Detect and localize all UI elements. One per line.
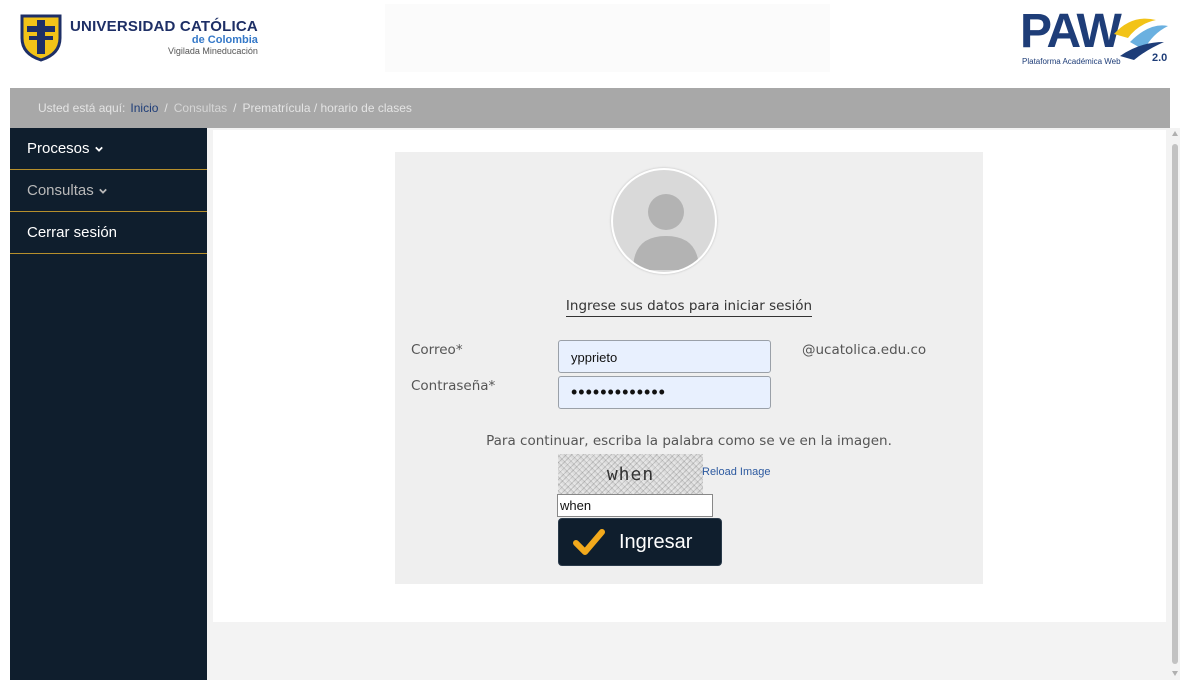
login-title: Ingrese sus datos para iniciar sesión <box>395 298 983 317</box>
scroll-down-arrow-icon[interactable] <box>1172 671 1178 676</box>
email-domain-suffix: @ucatolica.edu.co <box>802 342 927 358</box>
page-header: UNIVERSIDAD CATÓLICA de Colombia Vigilad… <box>0 0 1180 88</box>
breadcrumb-separator: / <box>164 101 168 115</box>
header-banner <box>385 4 830 72</box>
breadcrumb-current: Prematrícula / horario de clases <box>242 101 412 115</box>
paw-subtitle: Plataforma Académica Web <box>1022 57 1121 66</box>
breadcrumb: Usted está aquí: Inicio / Consultas / Pr… <box>10 88 1170 128</box>
breadcrumb-link-consultas[interactable]: Consultas <box>174 101 227 115</box>
sidebar-item-consultas[interactable]: Consultas <box>10 170 207 212</box>
paw-version: 2.0 <box>1152 52 1168 64</box>
paw-wordmark: PAW <box>1020 5 1122 58</box>
sidebar: Procesos Consultas Cerrar sesión <box>10 128 207 680</box>
vertical-scrollbar[interactable] <box>1170 128 1180 680</box>
university-logo[interactable]: UNIVERSIDAD CATÓLICA de Colombia Vigilad… <box>20 4 288 70</box>
content-panel: Ingrese sus datos para iniciar sesión Co… <box>213 130 1166 622</box>
breadcrumb-label: Usted está aquí: <box>38 101 126 115</box>
user-avatar-icon <box>611 168 717 274</box>
university-shield-icon <box>20 14 62 62</box>
captcha-image: when <box>558 454 703 494</box>
main-area: Ingrese sus datos para iniciar sesión Co… <box>207 128 1170 680</box>
scrollbar-thumb[interactable] <box>1172 144 1178 664</box>
captcha-input[interactable] <box>557 494 713 517</box>
sidebar-item-label: Procesos <box>27 140 90 157</box>
chevron-down-icon <box>94 146 103 152</box>
sidebar-item-label: Consultas <box>27 182 94 199</box>
password-label: Contraseña* <box>411 378 496 394</box>
password-field[interactable] <box>558 376 771 409</box>
chevron-down-icon <box>98 188 107 194</box>
email-label: Correo* <box>411 342 463 358</box>
scroll-up-arrow-icon[interactable] <box>1172 131 1178 136</box>
login-card: Ingrese sus datos para iniciar sesión Co… <box>395 152 983 584</box>
university-subname: de Colombia <box>191 33 258 46</box>
paw-logo[interactable]: PAW Plataforma Académica Web 2.0 <box>1018 8 1174 70</box>
submit-button[interactable]: Ingresar <box>558 518 722 566</box>
captcha-instructions: Para continuar, escriba la palabra como … <box>486 433 892 449</box>
sidebar-item-cerrar-sesion[interactable]: Cerrar sesión <box>10 212 207 254</box>
submit-button-label: Ingresar <box>619 530 693 553</box>
checkmark-icon <box>573 529 605 555</box>
breadcrumb-link-inicio[interactable]: Inicio <box>130 101 158 115</box>
university-tagline: Vigilada Mineducación <box>168 45 258 56</box>
breadcrumb-separator: / <box>233 101 237 115</box>
sidebar-item-label: Cerrar sesión <box>27 224 118 241</box>
captcha-word: when <box>606 463 655 485</box>
reload-image-link[interactable]: Reload Image <box>702 466 771 478</box>
email-field[interactable] <box>558 340 771 373</box>
university-name: UNIVERSIDAD CATÓLICA <box>70 17 258 35</box>
sidebar-item-procesos[interactable]: Procesos <box>10 128 207 170</box>
